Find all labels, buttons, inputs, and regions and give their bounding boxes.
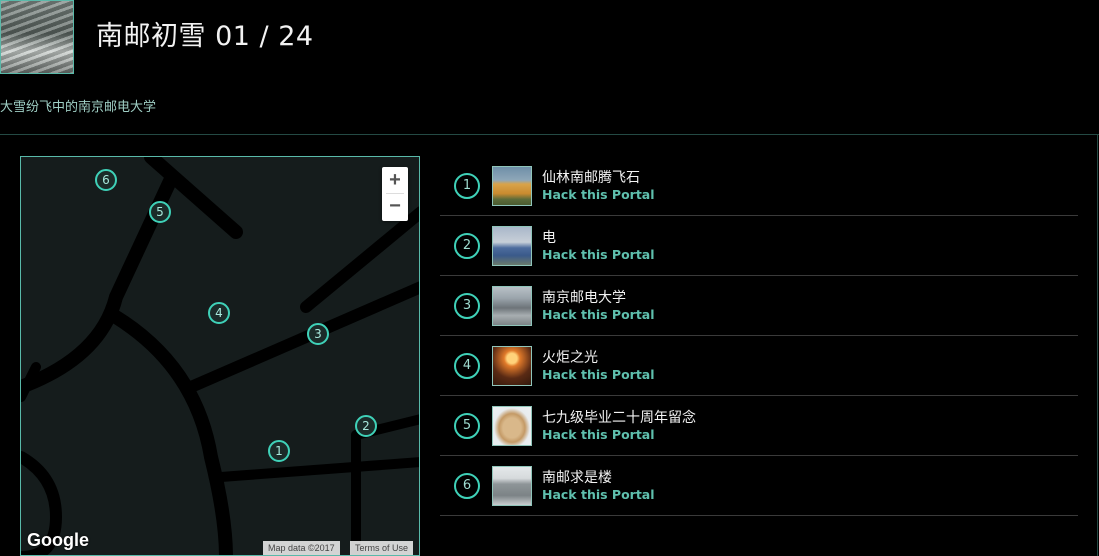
portal-number: 4 [454,353,480,379]
portal-row[interactable]: 5 七九级毕业二十周年留念 Hack this Portal [440,396,1078,456]
map-marker[interactable]: 2 [355,415,377,437]
map-marker[interactable]: 6 [95,169,117,191]
portal-row[interactable]: 1 仙林南邮腾飞石 Hack this Portal [440,156,1078,216]
map-roads [21,157,419,555]
map-marker[interactable]: 5 [149,201,171,223]
portal-number: 5 [454,413,480,439]
portal-row[interactable]: 2 电 Hack this Portal [440,216,1078,276]
portal-image[interactable] [492,226,532,266]
portal-map[interactable]: 1 2 3 4 5 6 + − Google Map data ©2017 Te… [20,156,420,556]
portal-row[interactable]: 3 南京邮电大学 Hack this Portal [440,276,1078,336]
zoom-out-button[interactable]: − [382,194,408,221]
map-marker[interactable]: 4 [208,302,230,324]
portal-image[interactable] [492,286,532,326]
hack-portal-link[interactable]: Hack this Portal [542,367,655,382]
portal-number: 2 [454,233,480,259]
portal-number: 3 [454,293,480,319]
zoom-in-button[interactable]: + [382,167,408,193]
mission-thumbnail [0,0,74,74]
portal-name: 火炬之光 [542,350,598,366]
portal-image[interactable] [492,346,532,386]
portal-row[interactable]: 6 南邮求是楼 Hack this Portal [440,456,1078,516]
portal-name: 七九级毕业二十周年留念 [542,410,696,426]
terms-of-use-link[interactable]: Terms of Use [350,541,414,555]
portal-row[interactable]: 4 火炬之光 Hack this Portal [440,336,1078,396]
hack-portal-link[interactable]: Hack this Portal [542,487,655,502]
zoom-control: + − [382,167,408,221]
portal-number: 6 [454,473,480,499]
hack-portal-link[interactable]: Hack this Portal [542,247,655,262]
hack-portal-link[interactable]: Hack this Portal [542,187,655,202]
mission-title: 南邮初雪 01 / 24 [96,21,314,52]
portal-name: 仙林南邮腾飞石 [542,170,640,186]
portal-name: 南邮求是楼 [542,470,612,486]
mission-description: 大雪纷飞中的南京邮电大学 [0,100,157,115]
hack-portal-link[interactable]: Hack this Portal [542,427,655,442]
map-marker[interactable]: 1 [268,440,290,462]
google-logo[interactable]: Google [27,530,89,551]
divider-vertical [1097,134,1098,556]
divider [0,134,1099,135]
portal-name: 电 [542,230,556,246]
portal-image[interactable] [492,406,532,446]
hack-portal-link[interactable]: Hack this Portal [542,307,655,322]
portal-name: 南京邮电大学 [542,290,626,306]
portal-number: 1 [454,173,480,199]
map-data-attribution[interactable]: Map data ©2017 [263,541,340,555]
portal-image[interactable] [492,466,532,506]
portal-image[interactable] [492,166,532,206]
map-marker[interactable]: 3 [307,323,329,345]
portal-list: 1 仙林南邮腾飞石 Hack this Portal 2 电 Hack this… [440,156,1078,516]
